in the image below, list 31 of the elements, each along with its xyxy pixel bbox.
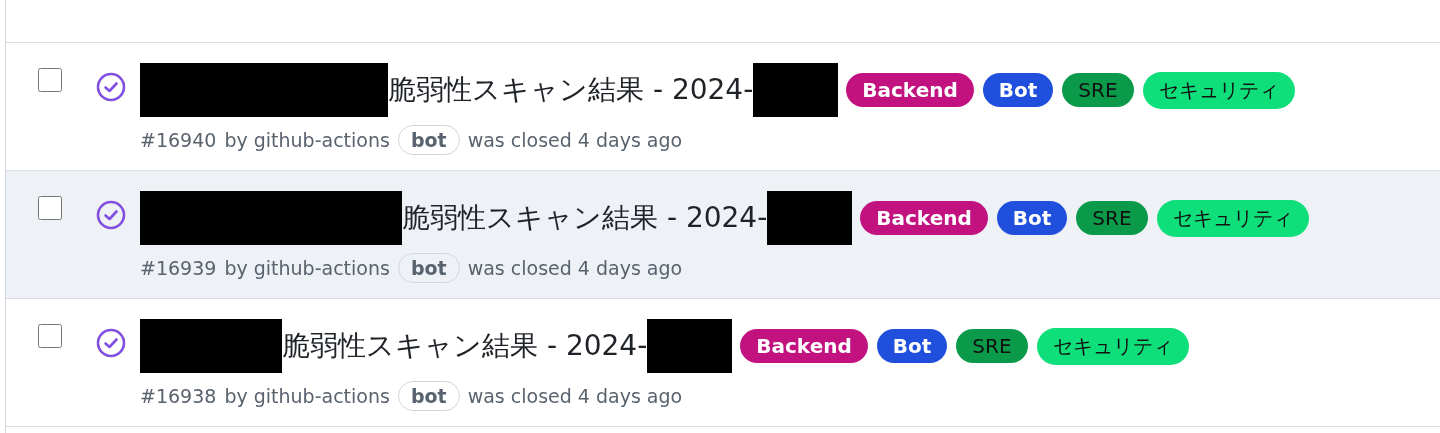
checkbox[interactable] bbox=[38, 196, 62, 220]
label-tag[interactable]: Bot bbox=[982, 73, 1054, 107]
issue-row[interactable]: 脆弱性スキャン結果 - 2024- Backend Bot SRE セキュリティ #16939 by github-actions bot was closed 4 days ago bbox=[6, 171, 1440, 299]
label-tag[interactable]: SRE bbox=[1062, 73, 1134, 107]
issue-title-link[interactable]: 脆弱性スキャン結果 - 2024- bbox=[282, 327, 648, 365]
label-tag[interactable]: セキュリティ bbox=[1156, 199, 1309, 237]
by-author-text: by github-actions bbox=[224, 257, 390, 279]
by-author-text: by github-actions bbox=[224, 129, 390, 151]
label-tag[interactable]: セキュリティ bbox=[1142, 71, 1295, 109]
label-tag[interactable]: セキュリティ bbox=[1036, 327, 1189, 365]
issue-number: #16938 bbox=[140, 385, 217, 407]
label-tag[interactable]: SRE bbox=[956, 329, 1028, 363]
label-tag[interactable]: Backend bbox=[860, 201, 988, 235]
by-author-text: by github-actions bbox=[224, 385, 390, 407]
label-tag[interactable]: Bot bbox=[996, 201, 1068, 235]
check-circle-icon bbox=[95, 327, 127, 359]
check-circle-icon bbox=[95, 199, 127, 231]
check-circle-icon bbox=[95, 71, 127, 103]
checkbox[interactable] bbox=[38, 68, 62, 92]
label-tag[interactable]: Backend bbox=[846, 73, 974, 107]
issue-number: #16940 bbox=[140, 129, 217, 151]
checkbox[interactable] bbox=[38, 324, 62, 348]
closed-status-text: was closed 4 days ago bbox=[467, 257, 683, 279]
label-tag[interactable]: SRE bbox=[1076, 201, 1148, 235]
issue-title-link[interactable]: 脆弱性スキャン結果 - 2024- bbox=[402, 199, 768, 237]
issue-number: #16939 bbox=[140, 257, 217, 279]
closed-status-text: was closed 4 days ago bbox=[467, 385, 683, 407]
label-tag[interactable]: Bot bbox=[876, 329, 948, 363]
issue-title-link[interactable]: 脆弱性スキャン結果 - 2024- bbox=[388, 71, 754, 109]
closed-status-text: was closed 4 days ago bbox=[467, 129, 683, 151]
label-tag[interactable]: Backend bbox=[740, 329, 868, 363]
